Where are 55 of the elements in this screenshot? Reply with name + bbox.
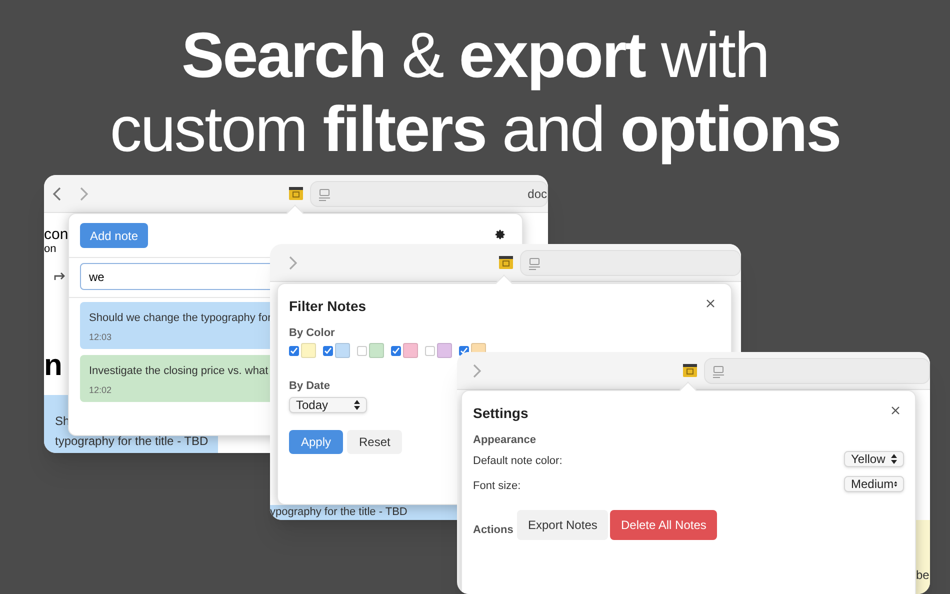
address-bar[interactable]: doc (310, 181, 548, 207)
forward-icon[interactable] (288, 256, 298, 270)
note-time: 12:02 (89, 384, 112, 397)
close-icon[interactable] (891, 406, 900, 415)
color-swatch[interactable] (369, 343, 384, 358)
note-text: be (916, 567, 930, 584)
section-label: By Date (289, 379, 330, 394)
page-text: con (44, 225, 68, 245)
action-button[interactable]: Reset (347, 430, 402, 454)
reader-icon[interactable] (319, 189, 330, 201)
note-text: typography for the title - TBD (55, 435, 208, 447)
dropdown[interactable]: Today (289, 397, 367, 413)
checkbox[interactable] (391, 346, 401, 356)
forward-icon[interactable] (79, 187, 89, 201)
action-button[interactable]: Export Notes (517, 510, 608, 540)
dropdown[interactable]: Medium (844, 476, 904, 492)
notes-extension-icon[interactable] (683, 364, 697, 377)
checkbox[interactable] (357, 346, 367, 356)
section-label: By Color (289, 326, 335, 341)
section-label: Actions (473, 523, 514, 538)
note-text: Should we change the typography for (89, 311, 272, 326)
color-swatch[interactable] (301, 343, 316, 358)
color-swatch[interactable] (403, 343, 418, 358)
page-text: on (44, 242, 56, 257)
forward-icon[interactable] (472, 364, 482, 378)
dropdown[interactable]: Yellow (844, 451, 904, 467)
checkbox[interactable] (289, 346, 299, 356)
page-heading: n (44, 351, 62, 381)
section-label: Appearance (473, 433, 536, 448)
checkbox[interactable] (425, 346, 435, 356)
updown-icon (894, 479, 897, 489)
headline: custom filters and options (110, 92, 840, 166)
headline: Search & export with (182, 18, 768, 92)
reader-icon[interactable] (529, 258, 540, 270)
dialog-title: Settings (473, 404, 528, 423)
dialog-title: Filter Notes (289, 297, 366, 316)
delete-button[interactable]: Delete All Notes (610, 510, 718, 540)
address-text: doc (528, 186, 547, 203)
note-text: ypography for the title - TBD (270, 507, 408, 518)
checkbox[interactable] (323, 346, 333, 356)
notes-extension-icon[interactable] (499, 256, 513, 269)
redo-icon[interactable] (54, 271, 66, 281)
reader-icon[interactable] (713, 366, 724, 378)
updown-icon (891, 454, 897, 464)
color-swatch[interactable] (437, 343, 452, 358)
note-time: 12:03 (89, 331, 112, 344)
notes-extension-icon[interactable] (289, 187, 303, 200)
updown-icon (354, 400, 360, 410)
back-icon[interactable] (52, 187, 62, 201)
settings-icon[interactable] (495, 229, 506, 240)
note-text: Investigate the closing price vs. what (89, 364, 268, 379)
close-icon[interactable] (706, 299, 715, 308)
setting-label: Font size: (473, 479, 521, 494)
color-swatch[interactable] (335, 343, 350, 358)
setting-label: Default note color: (473, 454, 562, 469)
